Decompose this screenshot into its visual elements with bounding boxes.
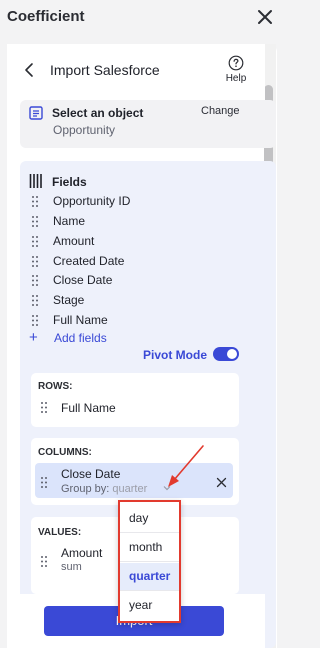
drag-handle-icon[interactable]: [41, 556, 47, 567]
drag-handle-icon[interactable]: [32, 275, 38, 286]
field-label: Created Date: [53, 254, 125, 268]
field-label: Close Date: [53, 273, 113, 287]
plus-icon: +: [29, 329, 38, 346]
dropdown-option-year[interactable]: year: [120, 592, 179, 619]
app-title: Coefficient: [7, 8, 85, 25]
field-label: Stage: [53, 293, 85, 307]
drag-handle-icon[interactable]: [32, 216, 38, 227]
remove-icon[interactable]: [216, 477, 227, 488]
annotation-arrow-icon: [168, 445, 204, 487]
object-icon: [29, 106, 43, 120]
group-by-label: Group by:: [61, 483, 110, 495]
drag-handle-icon[interactable]: [32, 295, 38, 306]
columns-icon: [29, 174, 42, 188]
group-by-dropdown: day month quarter year: [118, 500, 181, 623]
pivot-mode-toggle[interactable]: [213, 347, 239, 361]
drag-handle-icon[interactable]: [32, 236, 38, 247]
dropdown-divider: [120, 532, 179, 533]
value-field-label: Amount: [61, 546, 103, 560]
close-icon[interactable]: [256, 8, 274, 26]
rows-title: ROWS:: [38, 381, 73, 392]
drag-handle-icon[interactable]: [41, 402, 47, 413]
drag-handle-icon[interactable]: [32, 196, 38, 207]
value-aggregation: sum: [61, 561, 82, 573]
change-object-link[interactable]: Change: [201, 105, 240, 117]
dropdown-option-day[interactable]: day: [120, 505, 179, 532]
column-field-label: Close Date: [61, 467, 121, 481]
object-section-title: Select an object: [52, 106, 144, 120]
drag-handle-icon[interactable]: [32, 256, 38, 267]
group-by-value: quarter: [112, 483, 148, 495]
dropdown-option-month[interactable]: month: [120, 534, 179, 561]
add-fields-label: Add fields: [54, 331, 107, 345]
fields-title: Fields: [52, 175, 87, 189]
back-arrow-icon[interactable]: [22, 62, 38, 78]
field-label: Amount: [53, 234, 95, 248]
field-label: Full Name: [53, 313, 108, 327]
columns-title: COLUMNS:: [38, 447, 92, 458]
help-icon: [228, 55, 244, 71]
dropdown-divider: [120, 590, 179, 591]
field-label: Opportunity ID: [53, 194, 131, 208]
drag-handle-icon[interactable]: [41, 477, 47, 488]
drag-handle-icon[interactable]: [32, 315, 38, 326]
dropdown-divider: [120, 561, 179, 562]
page-title: Import Salesforce: [50, 62, 160, 78]
pivot-mode-label: Pivot Mode: [143, 348, 208, 362]
row-field-label: Full Name: [61, 401, 116, 415]
top-bar: Coefficient: [0, 0, 282, 36]
dropdown-option-quarter[interactable]: quarter: [120, 563, 179, 590]
help-label: Help: [225, 73, 247, 84]
selected-object: Opportunity: [53, 123, 116, 137]
group-by-select[interactable]: Group by: quarter: [61, 483, 147, 495]
help-button[interactable]: Help: [222, 55, 250, 87]
values-title: VALUES:: [38, 527, 82, 538]
field-label: Name: [53, 214, 86, 228]
